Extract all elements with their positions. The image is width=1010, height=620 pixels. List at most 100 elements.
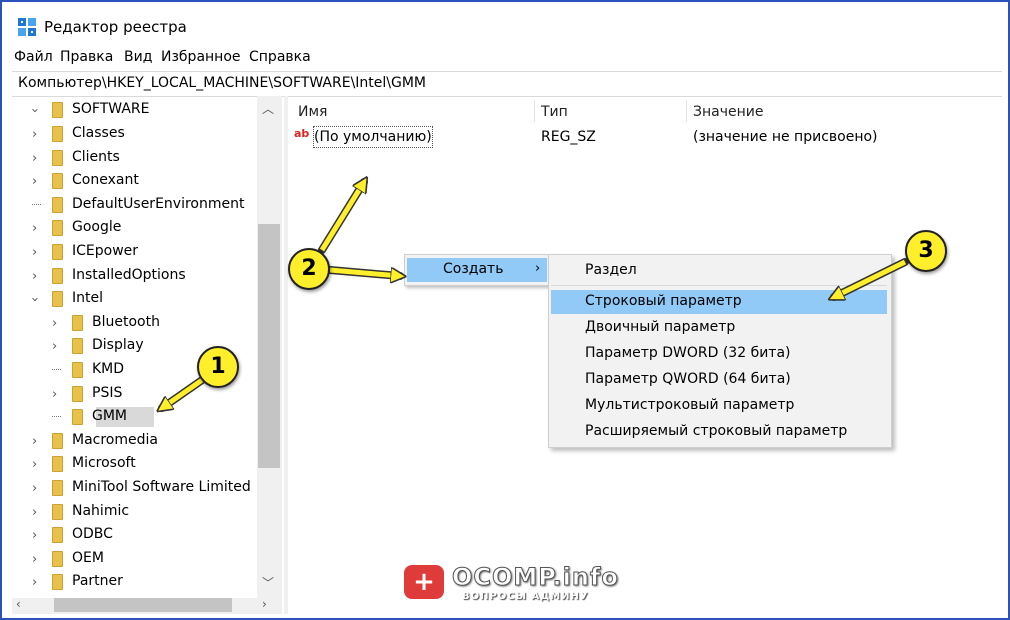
tree-item-label: Conexant [72, 172, 139, 189]
tree-item-microsoft[interactable]: › Microsoft [12, 452, 262, 476]
window-title: Редактор реестра [44, 18, 187, 36]
tree-item-label: Nahimic [72, 502, 130, 519]
tree-item-defaultuserenvironment[interactable]: DefaultUserEnvironment [12, 193, 262, 217]
chevron-right-icon[interactable]: › [32, 528, 37, 543]
tree-item-label: Display [92, 337, 144, 354]
tree-item-software[interactable]: › SOFTWARE [12, 98, 262, 122]
chevron-right-icon[interactable]: › [32, 221, 37, 236]
chevron-right-icon[interactable]: › [52, 339, 57, 354]
chevron-right-icon[interactable]: › [32, 505, 37, 520]
watermark: + OCOMP.info ВОПРОСЫ АДМИНУ [404, 563, 618, 607]
submenu-item-label: Строковый параметр [585, 293, 742, 309]
step-badge-2: 2 [288, 248, 330, 290]
submenu-item-label: Мультистроковый параметр [585, 397, 795, 413]
menu-item-create[interactable]: Создать › [407, 258, 547, 282]
chevron-right-icon[interactable]: › [32, 434, 37, 449]
step-badge-1: 1 [197, 346, 239, 388]
tree-connector [52, 416, 61, 418]
address-path[interactable]: Компьютер\HKEY_LOCAL_MACHINE\SOFTWARE\In… [18, 75, 426, 91]
menu-separator [551, 285, 887, 286]
column-header-value[interactable]: Значение [693, 104, 763, 120]
column-divider[interactable] [686, 100, 687, 122]
folder-icon [52, 432, 63, 449]
tree-item-classes[interactable]: › Classes [12, 122, 262, 146]
folder-icon [52, 220, 63, 237]
chevron-right-icon[interactable]: › [32, 269, 37, 284]
chevron-right-icon[interactable]: › [52, 316, 57, 331]
folder-icon [52, 480, 63, 496]
watermark-subtitle: ВОПРОСЫ АДМИНУ [462, 591, 589, 602]
tree-item-oem[interactable]: › OEM [12, 547, 262, 571]
tree-item-label: Clients [72, 148, 120, 165]
menu-favorites[interactable]: Избранное [161, 49, 241, 65]
submenu-item-multistring-value[interactable]: Мультистроковый параметр [551, 394, 887, 418]
menu-view[interactable]: Вид [124, 49, 152, 65]
tree-item-label: Partner [72, 573, 123, 590]
value-name: (По умолчанию) [314, 129, 432, 145]
value-row[interactable]: (По умолчанию) REG_SZ (значение не присв… [288, 126, 988, 148]
column-header-type[interactable]: Тип [541, 104, 568, 120]
tree-item-label: DefaultUserEnvironment [72, 195, 245, 212]
value-data: (значение не присвоено) [693, 129, 878, 145]
submenu-item-qword-value[interactable]: Параметр QWORD (64 бита) [551, 368, 887, 392]
chevron-right-icon[interactable]: › [32, 457, 37, 472]
tree-item-odbc[interactable]: › ODBC [12, 523, 262, 547]
scroll-left-icon[interactable]: ‹ [16, 597, 21, 611]
menu-file[interactable]: Файл [14, 49, 53, 65]
tree-item-label: Google [72, 219, 122, 236]
tree-item-installedoptions[interactable]: › InstalledOptions [12, 264, 262, 288]
folder-icon [72, 362, 83, 378]
tree-item-icepower[interactable]: › ICEpower [12, 240, 262, 264]
submenu-item-label: Двоичный параметр [585, 319, 736, 335]
tree-item-gmm[interactable]: GMM [12, 405, 262, 429]
tree-item-macromedia[interactable]: › Macromedia [12, 429, 262, 453]
chevron-right-icon[interactable]: › [32, 575, 37, 590]
submenu-item-key[interactable]: Раздел [551, 259, 887, 283]
tree-hscroll-thumb[interactable] [54, 598, 232, 612]
chevron-down-icon[interactable]: › [27, 108, 42, 113]
watermark-title: OCOMP.info [452, 563, 619, 592]
menu-edit[interactable]: Правка [60, 49, 113, 65]
chevron-right-icon[interactable]: › [32, 245, 37, 260]
tree-item-clients[interactable]: › Clients [12, 146, 262, 170]
chevron-right-icon[interactable]: › [32, 151, 37, 166]
registry-editor-icon [18, 18, 36, 36]
submenu-item-string-value[interactable]: Строковый параметр [551, 290, 887, 314]
tree-item-intel[interactable]: › Intel [12, 287, 262, 311]
tree-item-conexant[interactable]: › Conexant [12, 169, 262, 193]
tree-item-label: Bluetooth [92, 313, 160, 330]
address-bar[interactable]: Компьютер\HKEY_LOCAL_MACHINE\SOFTWARE\In… [12, 71, 1002, 97]
chevron-right-icon[interactable]: › [32, 481, 37, 496]
tree-item-label: MiniTool Software Limited [72, 479, 251, 495]
chevron-right-icon[interactable]: › [32, 127, 37, 142]
tree-scroll-thumb[interactable] [258, 224, 280, 468]
tree-item-label: SOFTWARE [72, 101, 150, 117]
submenu-item-dword-value[interactable]: Параметр DWORD (32 бита) [551, 342, 887, 366]
column-header-name[interactable]: Имя [298, 104, 327, 120]
scroll-right-icon[interactable]: › [262, 597, 267, 611]
submenu-item-binary-value[interactable]: Двоичный параметр [551, 316, 887, 340]
tree-item-minitool-software-limited[interactable]: › MiniTool Software Limited [12, 476, 262, 500]
tree-item-partner[interactable]: › Partner [12, 570, 262, 594]
tree-item-nahimic[interactable]: › Nahimic [12, 500, 262, 524]
tree-item-google[interactable]: › Google [12, 216, 262, 240]
submenu-item-expandable-string-value[interactable]: Расширяемый строковый параметр [551, 420, 887, 444]
chevron-right-icon[interactable]: › [52, 387, 57, 402]
chevron-down-icon[interactable]: › [27, 297, 42, 302]
menu-help[interactable]: Справка [249, 49, 311, 65]
folder-icon [52, 267, 63, 284]
registry-tree: › SOFTWARE › Classes › Clients › Conexant Defa… [12, 96, 282, 598]
tree-item-bluetooth[interactable]: › Bluetooth [12, 311, 262, 335]
submenu-item-label: Параметр QWORD (64 бита) [585, 371, 791, 387]
tree-item-label: OEM [72, 549, 104, 566]
submenu-item-label: Параметр DWORD (32 бита) [585, 345, 791, 361]
tree-connector [32, 203, 41, 205]
folder-icon [52, 102, 63, 118]
scroll-down-icon[interactable]: ﹀ [262, 574, 274, 591]
folder-icon [52, 291, 63, 308]
chevron-right-icon[interactable]: › [32, 552, 37, 567]
folder-icon [52, 574, 63, 591]
column-divider[interactable] [534, 100, 535, 122]
scroll-up-icon[interactable]: ︿ [262, 100, 274, 117]
chevron-right-icon[interactable]: › [32, 174, 37, 189]
